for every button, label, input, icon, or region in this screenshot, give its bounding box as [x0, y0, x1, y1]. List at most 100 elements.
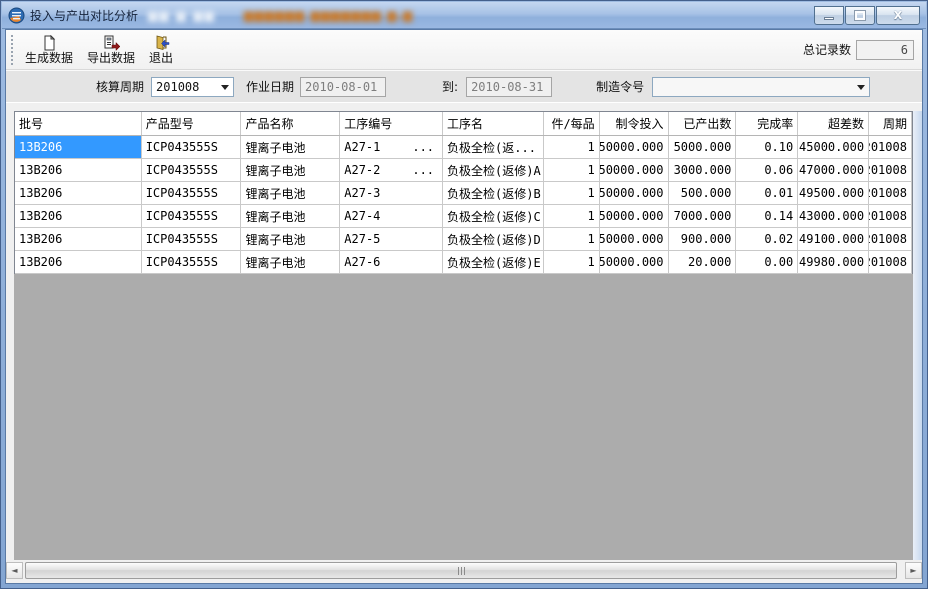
table-cell[interactable]: 负极全检(返修)C	[443, 205, 544, 227]
table-cell[interactable]: 负极全检(返修)E	[443, 251, 544, 273]
table-row[interactable]: 13B206ICP043555S锂离子电池A27-3负极全检(返修)B15000…	[15, 182, 912, 205]
table-cell[interactable]: 1	[544, 182, 600, 204]
column-header-10[interactable]: 周期	[869, 112, 912, 135]
table-cell[interactable]: 3000.000	[669, 159, 737, 181]
table-cell[interactable]: ICP043555S	[142, 205, 242, 227]
table-cell[interactable]: A27-3	[340, 182, 443, 204]
close-button[interactable]: X	[876, 6, 920, 25]
table-cell[interactable]: A27-6	[340, 251, 443, 273]
scroll-right-arrow-icon[interactable]: ►	[905, 562, 922, 579]
table-cell[interactable]: 0.14	[736, 205, 798, 227]
table-cell[interactable]: 50000.000	[600, 228, 669, 250]
table-cell[interactable]: 7000.000	[669, 205, 737, 227]
column-header-5[interactable]: 件/每品	[544, 112, 600, 135]
table-cell[interactable]: 13B206	[15, 159, 142, 181]
table-cell[interactable]: 201008	[869, 205, 912, 227]
table-cell[interactable]: 0.01	[736, 182, 798, 204]
table-cell[interactable]: -49980.000	[798, 251, 869, 273]
column-header-4[interactable]: 工序名	[443, 112, 544, 135]
table-cell[interactable]: 锂离子电池	[241, 251, 340, 273]
scroll-left-arrow-icon[interactable]: ◄	[6, 562, 23, 579]
table-cell[interactable]: 1	[544, 205, 600, 227]
table-cell[interactable]: 1	[544, 251, 600, 273]
table-cell[interactable]: ICP043555S	[142, 228, 242, 250]
table-cell[interactable]: 1	[544, 159, 600, 181]
order-no-combobox[interactable]	[652, 77, 870, 97]
scrollbar-thumb[interactable]	[25, 562, 897, 579]
table-cell[interactable]: 0.06	[736, 159, 798, 181]
table-cell[interactable]: 50000.000	[600, 159, 669, 181]
scrollbar-track[interactable]	[23, 562, 905, 579]
table-cell[interactable]: 201008	[869, 159, 912, 181]
table-cell[interactable]: 900.000	[669, 228, 737, 250]
table-cell[interactable]: 201008	[869, 136, 912, 158]
table-cell[interactable]: -43000.000	[798, 205, 869, 227]
title-bar[interactable]: 投入与产出对比分析 ▆▆ ▆ ▆▆ ▆▆▆▆▆▆ ▆▆▆▆▆▆▆ ▆.▆ X	[2, 2, 926, 29]
table-row[interactable]: 13B206ICP043555S锂离子电池A27-1...负极全检(返...15…	[15, 136, 912, 159]
column-header-2[interactable]: 产品名称	[241, 112, 340, 135]
table-cell[interactable]: 负极全检(返修)B	[443, 182, 544, 204]
table-cell[interactable]: ICP043555S	[142, 136, 242, 158]
table-cell[interactable]: 50000.000	[600, 205, 669, 227]
table-cell[interactable]: 13B206	[15, 228, 142, 250]
table-cell[interactable]: 201008	[869, 251, 912, 273]
table-cell[interactable]: ICP043555S	[142, 182, 242, 204]
table-cell[interactable]: 锂离子电池	[241, 136, 340, 158]
table-cell[interactable]: 50000.000	[600, 251, 669, 273]
table-cell[interactable]: -49100.000	[798, 228, 869, 250]
table-cell[interactable]: 500.000	[669, 182, 737, 204]
table-cell[interactable]: 201008	[869, 228, 912, 250]
table-cell[interactable]: -47000.000	[798, 159, 869, 181]
maximize-button[interactable]	[845, 6, 875, 25]
table-cell[interactable]: 50000.000	[600, 182, 669, 204]
export-data-button[interactable]: 导出数据	[83, 33, 139, 67]
table-cell[interactable]: 锂离子电池	[241, 205, 340, 227]
table-cell[interactable]: 0.02	[736, 228, 798, 250]
table-cell[interactable]: -45000.000	[798, 136, 869, 158]
column-header-7[interactable]: 已产出数	[669, 112, 737, 135]
column-header-3[interactable]: 工序编号	[340, 112, 443, 135]
horizontal-scrollbar[interactable]: ◄ ►	[6, 562, 922, 579]
table-cell[interactable]: 1	[544, 228, 600, 250]
generate-data-button[interactable]: 生成数据	[21, 33, 77, 67]
table-row[interactable]: 13B206ICP043555S锂离子电池A27-4负极全检(返修)C15000…	[15, 205, 912, 228]
table-cell[interactable]: 锂离子电池	[241, 182, 340, 204]
date-to-field[interactable]: 2010-08-31	[466, 77, 552, 97]
table-cell[interactable]: 5000.000	[669, 136, 737, 158]
table-cell[interactable]: 负极全检(返...	[443, 136, 544, 158]
table-cell[interactable]: 负极全检(返修)D	[443, 228, 544, 250]
table-cell[interactable]: -49500.000	[798, 182, 869, 204]
column-header-9[interactable]: 超差数	[798, 112, 869, 135]
table-cell[interactable]: A27-4	[340, 205, 443, 227]
table-cell[interactable]: 负极全检(返修)A	[443, 159, 544, 181]
table-row[interactable]: 13B206ICP043555S锂离子电池A27-6负极全检(返修)E15000…	[15, 251, 912, 274]
column-header-1[interactable]: 产品型号	[142, 112, 242, 135]
column-header-8[interactable]: 完成率	[736, 112, 798, 135]
period-combobox[interactable]: 201008	[151, 77, 234, 97]
table-cell[interactable]: 13B206	[15, 251, 142, 273]
table-cell[interactable]: 0.10	[736, 136, 798, 158]
date-from-field[interactable]: 2010-08-01	[300, 77, 386, 97]
minimize-button[interactable]	[814, 6, 844, 25]
table-cell[interactable]: 0.00	[736, 251, 798, 273]
table-cell[interactable]: ICP043555S	[142, 251, 242, 273]
toolbar-grip[interactable]	[10, 35, 15, 65]
table-cell[interactable]: 13B206	[15, 136, 142, 158]
table-cell[interactable]: A27-1...	[340, 136, 443, 158]
column-header-6[interactable]: 制令投入	[600, 112, 669, 135]
table-cell[interactable]: 锂离子电池	[241, 228, 340, 250]
table-cell[interactable]: A27-5	[340, 228, 443, 250]
exit-button[interactable]: 退出	[145, 33, 177, 67]
table-row[interactable]: 13B206ICP043555S锂离子电池A27-5负极全检(返修)D15000…	[15, 228, 912, 251]
table-cell[interactable]: 13B206	[15, 205, 142, 227]
table-cell[interactable]: 1	[544, 136, 600, 158]
table-cell[interactable]: 50000.000	[600, 136, 669, 158]
table-cell[interactable]: ICP043555S	[142, 159, 242, 181]
column-header-0[interactable]: 批号	[15, 112, 142, 135]
table-row[interactable]: 13B206ICP043555S锂离子电池A27-2...负极全检(返修)A15…	[15, 159, 912, 182]
table-cell[interactable]: 20.000	[669, 251, 737, 273]
table-cell[interactable]: 201008	[869, 182, 912, 204]
table-cell[interactable]: 13B206	[15, 182, 142, 204]
table-cell[interactable]: A27-2...	[340, 159, 443, 181]
table-cell[interactable]: 锂离子电池	[241, 159, 340, 181]
